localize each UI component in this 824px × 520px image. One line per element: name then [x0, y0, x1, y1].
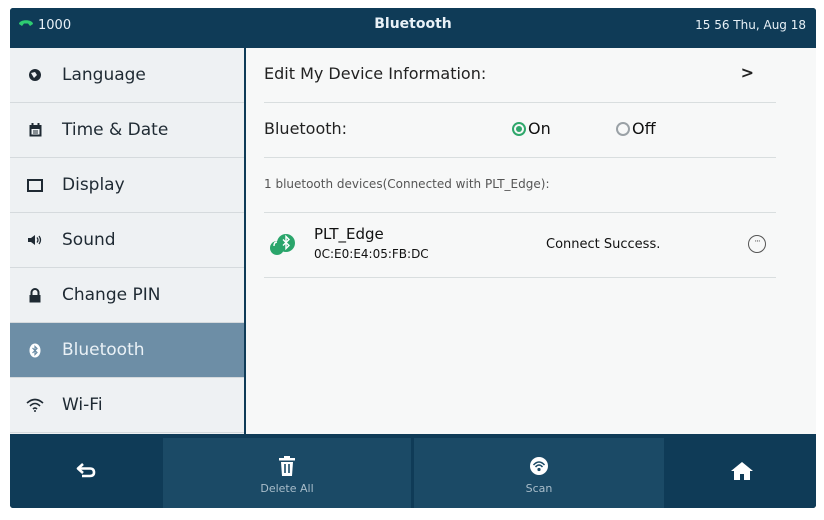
sidebar-item-bluetooth[interactable]: Bluetooth	[10, 323, 244, 378]
bluetooth-settings-panel: Edit My Device Information: > Bluetooth:…	[246, 48, 816, 434]
sidebar-item-language[interactable]: Language	[10, 48, 244, 103]
sidebar-item-display[interactable]: Display	[10, 158, 244, 213]
radio-on[interactable]: On	[512, 119, 551, 138]
radio-on-label: On	[528, 119, 551, 138]
settings-sidebar: Language Time & Date Display Sound Chang…	[10, 48, 244, 434]
device-summary-row: 1 bluetooth devices(Connected with PLT_E…	[264, 158, 776, 213]
calendar-icon	[24, 123, 46, 137]
sidebar-item-label: Sound	[62, 230, 116, 250]
radio-on-indicator	[512, 121, 526, 136]
device-status: Connect Success.	[546, 237, 661, 252]
sidebar-item-change-pin[interactable]: Change PIN	[10, 268, 244, 323]
wifi-icon	[24, 398, 46, 412]
sidebar-item-label: Bluetooth	[62, 340, 145, 360]
bluetooth-toggle-row: Bluetooth: On Off	[264, 103, 776, 158]
device-mac: 0C:E0:E4:05:FB:DC	[314, 247, 429, 261]
speaker-icon	[24, 234, 46, 246]
delete-all-label: Delete All	[260, 482, 314, 495]
bluetooth-label: Bluetooth:	[264, 119, 348, 138]
scan-label: Scan	[525, 482, 553, 495]
display-icon	[24, 178, 46, 192]
sidebar-item-sound[interactable]: Sound	[10, 213, 244, 268]
sidebar-item-wifi[interactable]: Wi-Fi	[10, 378, 244, 433]
sidebar-item-label: Display	[62, 175, 125, 195]
softkey-bar: Delete All Scan	[10, 438, 816, 508]
sidebar-item-label: Language	[62, 65, 146, 85]
edit-device-info-row[interactable]: Edit My Device Information: >	[264, 48, 776, 103]
home-button[interactable]	[667, 438, 816, 508]
sidebar-item-label: Change PIN	[62, 285, 161, 305]
lock-icon	[24, 287, 46, 303]
scan-button[interactable]: Scan	[414, 438, 664, 508]
globe-icon	[24, 68, 46, 82]
device-name: PLT_Edge	[314, 225, 384, 243]
back-button[interactable]	[10, 438, 162, 508]
device-row[interactable]: PLT_Edge 0C:E0:E4:05:FB:DC Connect Succe…	[264, 213, 776, 278]
radio-off-indicator	[616, 121, 630, 136]
delete-all-button[interactable]: Delete All	[163, 438, 411, 508]
radio-off[interactable]: Off	[616, 119, 656, 138]
bluetooth-headset-icon	[268, 231, 296, 263]
sidebar-item-time-date[interactable]: Time & Date	[10, 103, 244, 158]
device-summary: 1 bluetooth devices(Connected with PLT_E…	[264, 177, 550, 191]
scan-icon	[414, 456, 664, 476]
clock: 15 56 Thu, Aug 18	[695, 18, 806, 32]
trash-icon	[163, 456, 411, 476]
bluetooth-icon	[24, 343, 46, 358]
home-icon	[667, 462, 816, 480]
status-bar: 1000 Bluetooth 15 56 Thu, Aug 18	[10, 8, 816, 44]
phone-screen: 1000 Bluetooth 15 56 Thu, Aug 18 Languag…	[10, 8, 816, 508]
more-options-icon[interactable]: ···	[748, 235, 766, 253]
radio-off-label: Off	[632, 119, 656, 138]
edit-device-info-label: Edit My Device Information:	[264, 64, 487, 83]
sidebar-item-label: Wi-Fi	[62, 395, 103, 415]
back-arrow-icon	[10, 462, 162, 478]
sidebar-item-label: Time & Date	[62, 120, 169, 140]
chevron-right-icon: >	[740, 63, 754, 82]
